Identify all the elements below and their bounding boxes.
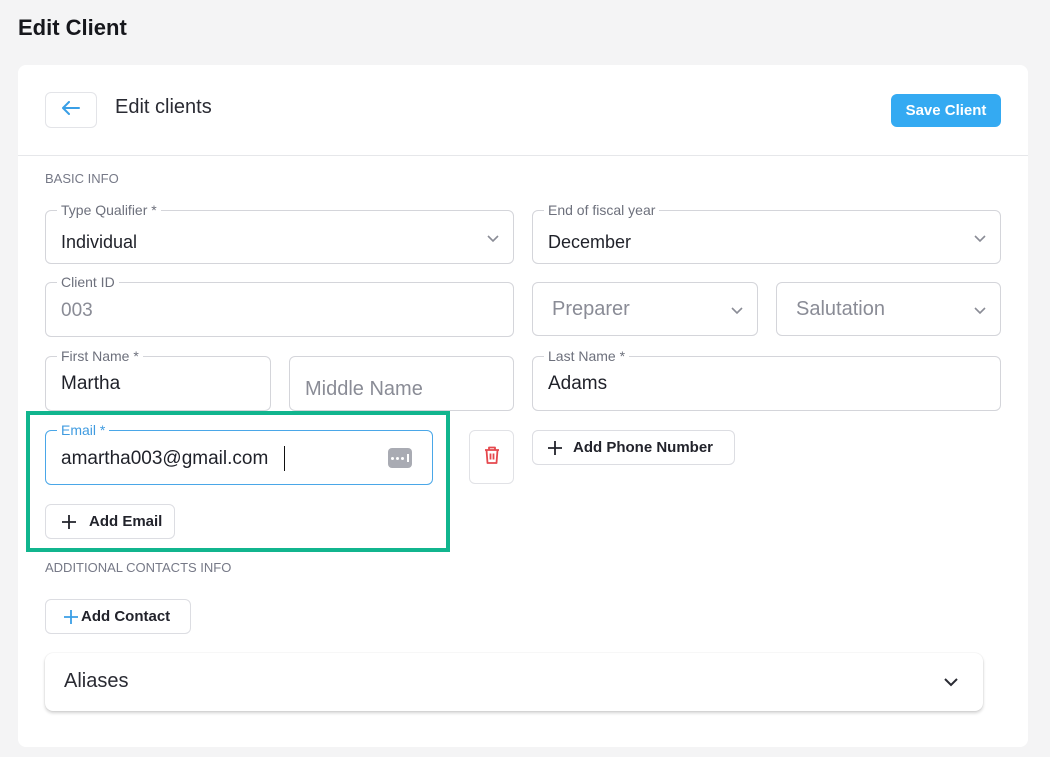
- fiscal-year-end-select[interactable]: End of fiscal year December: [532, 202, 1001, 264]
- card-header: Edit clients Save Client: [18, 65, 1028, 156]
- fiscal-year-end-value: December: [548, 232, 632, 252]
- chevron-down-icon: [974, 231, 986, 249]
- email-value: amartha003@gmail.com: [61, 448, 269, 469]
- plus-icon: [61, 514, 77, 530]
- basic-info-section-label: BASIC INFO: [45, 171, 119, 186]
- email-label: Email *: [57, 422, 110, 438]
- client-id-value: 003: [61, 300, 93, 321]
- add-email-label: Add Email: [89, 513, 163, 530]
- save-client-button[interactable]: Save Client: [891, 94, 1001, 127]
- text-cursor: [284, 446, 285, 471]
- client-id-field[interactable]: Client ID 003: [45, 274, 514, 337]
- add-contact-button[interactable]: Add Contact: [45, 599, 191, 634]
- last-name-label: Last Name *: [544, 348, 630, 364]
- client-id-label: Client ID: [57, 274, 119, 290]
- last-name-field[interactable]: Last Name * Adams: [532, 348, 1001, 411]
- first-name-value: Martha: [61, 373, 121, 394]
- preparer-placeholder: Preparer: [552, 298, 630, 320]
- first-name-field[interactable]: First Name * Martha: [45, 348, 271, 411]
- aliases-label: Aliases: [64, 670, 129, 692]
- back-button[interactable]: [45, 92, 97, 128]
- chevron-down-icon: [731, 303, 743, 321]
- chevron-down-icon: [974, 303, 986, 321]
- middle-name-field[interactable]: Middle Name: [289, 356, 514, 411]
- add-email-button[interactable]: Add Email: [45, 504, 175, 539]
- add-contact-label: Add Contact: [81, 608, 171, 625]
- delete-email-button[interactable]: [469, 430, 514, 484]
- additional-contacts-section-label: ADDITIONAL CONTACTS INFO: [45, 560, 232, 575]
- plus-icon: [63, 609, 79, 625]
- email-field[interactable]: Email * amartha003@gmail.com: [45, 422, 433, 485]
- arrow-left-icon: [62, 100, 80, 120]
- preparer-select[interactable]: Preparer: [532, 282, 758, 336]
- chevron-down-icon: [487, 231, 499, 249]
- first-name-label: First Name *: [57, 348, 143, 364]
- middle-name-placeholder: Middle Name: [305, 378, 423, 400]
- header-title: Edit clients: [115, 96, 212, 118]
- add-phone-number-label: Add Phone Number: [573, 439, 714, 456]
- salutation-placeholder: Salutation: [796, 298, 885, 320]
- type-qualifier-select[interactable]: Type Qualifier * Individual: [45, 202, 514, 264]
- last-name-value: Adams: [548, 373, 608, 394]
- trash-icon: [483, 445, 501, 470]
- add-phone-number-button[interactable]: Add Phone Number: [532, 430, 735, 465]
- fiscal-year-end-label: End of fiscal year: [544, 202, 660, 218]
- page-title: Edit Client: [18, 15, 127, 40]
- chevron-down-icon: [943, 675, 959, 693]
- type-qualifier-value: Individual: [61, 232, 138, 252]
- type-qualifier-label: Type Qualifier *: [57, 202, 161, 218]
- password-manager-icon[interactable]: [388, 448, 412, 468]
- salutation-select[interactable]: Salutation: [776, 282, 1001, 336]
- aliases-accordion[interactable]: Aliases: [45, 653, 983, 711]
- plus-icon: [547, 440, 563, 456]
